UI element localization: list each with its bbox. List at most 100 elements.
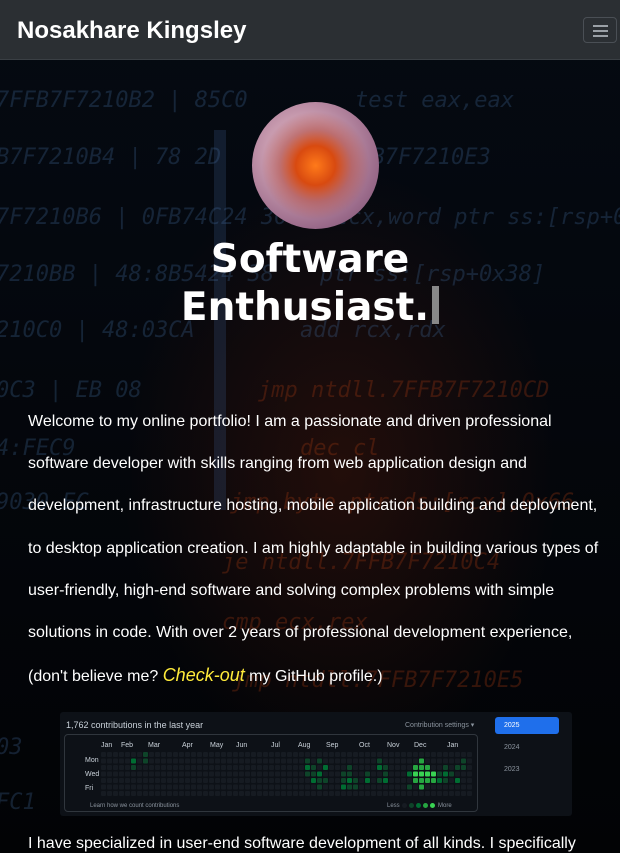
contribution-cell <box>209 771 214 777</box>
contribution-cell <box>245 771 250 777</box>
contribution-cell <box>101 778 106 783</box>
contribution-cell <box>101 784 106 790</box>
contribution-cell <box>341 771 346 777</box>
contribution-cell <box>191 784 196 790</box>
contribution-cell <box>443 784 448 790</box>
contribution-cell <box>173 752 178 757</box>
intro-text: Welcome to my online portfolio! I am a p… <box>28 413 599 686</box>
contribution-cell <box>149 778 154 783</box>
contribution-cell <box>419 765 424 770</box>
contribution-cell <box>113 791 118 796</box>
contribution-cell <box>389 765 394 770</box>
contribution-cell <box>107 778 112 783</box>
contribution-cell <box>455 752 460 757</box>
contribution-cell <box>359 765 364 770</box>
contribution-cell <box>263 771 268 777</box>
contribution-cell <box>179 758 184 764</box>
legend-swatch <box>430 803 436 808</box>
contribution-cell <box>425 765 430 770</box>
contribution-cell <box>215 771 220 777</box>
contribution-cell <box>461 765 466 770</box>
contribution-cell <box>455 765 460 770</box>
contribution-cell <box>305 778 310 783</box>
contribution-cell <box>461 784 466 790</box>
contribution-cell <box>113 771 118 777</box>
contribution-cell <box>161 784 166 790</box>
contribution-cell <box>377 778 382 783</box>
contribution-cell <box>161 771 166 777</box>
contribution-legend: Less More <box>387 803 452 809</box>
contribution-cell <box>467 752 472 757</box>
contribution-cell <box>365 758 370 764</box>
contribution-cell <box>443 778 448 783</box>
contribution-cell <box>125 784 130 790</box>
contribution-cell <box>449 771 454 777</box>
github-profile-link[interactable]: Check-out <box>163 665 245 685</box>
contribution-cell <box>341 791 346 796</box>
contribution-cell <box>113 765 118 770</box>
contribution-cell <box>371 771 376 777</box>
month-label: Apr <box>182 742 193 749</box>
contribution-cell <box>203 771 208 777</box>
contribution-cell <box>221 765 226 770</box>
contribution-cell <box>227 765 232 770</box>
contribution-cell <box>389 758 394 764</box>
contribution-cell <box>395 765 400 770</box>
year-selector: 2025 2024 2023 <box>495 717 559 783</box>
month-label: Nov <box>387 742 400 749</box>
contribution-cell <box>335 778 340 783</box>
contribution-cell <box>113 784 118 790</box>
brand-name[interactable]: Nosakhare Kingsley <box>17 17 246 45</box>
contribution-cell <box>449 758 454 764</box>
contribution-cell <box>161 752 166 757</box>
contribution-cell <box>119 752 124 757</box>
contribution-cell <box>245 778 250 783</box>
github-contributions-screenshot: 1,762 contributions in the last year Con… <box>60 712 572 816</box>
contribution-cell <box>143 752 148 757</box>
contribution-cell <box>317 791 322 796</box>
contribution-cell <box>329 771 334 777</box>
contribution-cells <box>101 752 472 796</box>
hamburger-menu-button[interactable] <box>583 17 617 43</box>
hamburger-menu-icon <box>593 25 608 27</box>
contribution-cell <box>197 758 202 764</box>
contribution-cell <box>209 758 214 764</box>
contribution-cell <box>167 752 172 757</box>
contribution-cell <box>287 758 292 764</box>
contribution-cell <box>269 771 274 777</box>
contribution-cell <box>149 765 154 770</box>
contribution-cell <box>281 765 286 770</box>
contribution-cell <box>275 771 280 777</box>
legend-swatch <box>423 803 429 808</box>
contribution-cell <box>137 791 142 796</box>
contribution-cell <box>215 791 220 796</box>
contribution-cell <box>353 758 358 764</box>
contribution-cell <box>365 778 370 783</box>
contribution-cell <box>431 765 436 770</box>
contribution-cell <box>323 784 328 790</box>
contribution-cell <box>347 771 352 777</box>
contribution-cell <box>197 791 202 796</box>
contribution-cell <box>197 765 202 770</box>
month-label: Jan <box>447 742 459 749</box>
contribution-cell <box>233 765 238 770</box>
contribution-cell <box>455 791 460 796</box>
month-label: Dec <box>414 742 427 749</box>
contribution-cell <box>353 778 358 783</box>
contribution-cell <box>377 791 382 796</box>
contribution-cell <box>263 778 268 783</box>
contribution-cell <box>317 778 322 783</box>
contribution-cell <box>173 791 178 796</box>
contribution-cell <box>311 791 316 796</box>
contribution-cell <box>263 784 268 790</box>
contribution-cell <box>467 771 472 777</box>
contribution-cell <box>161 778 166 783</box>
contribution-cell <box>461 752 466 757</box>
contribution-cell <box>251 791 256 796</box>
contribution-cell <box>239 784 244 790</box>
contribution-cell <box>413 791 418 796</box>
contribution-cell <box>233 784 238 790</box>
contribution-cell <box>431 752 436 757</box>
contribution-cell <box>281 778 286 783</box>
contribution-cell <box>119 765 124 770</box>
